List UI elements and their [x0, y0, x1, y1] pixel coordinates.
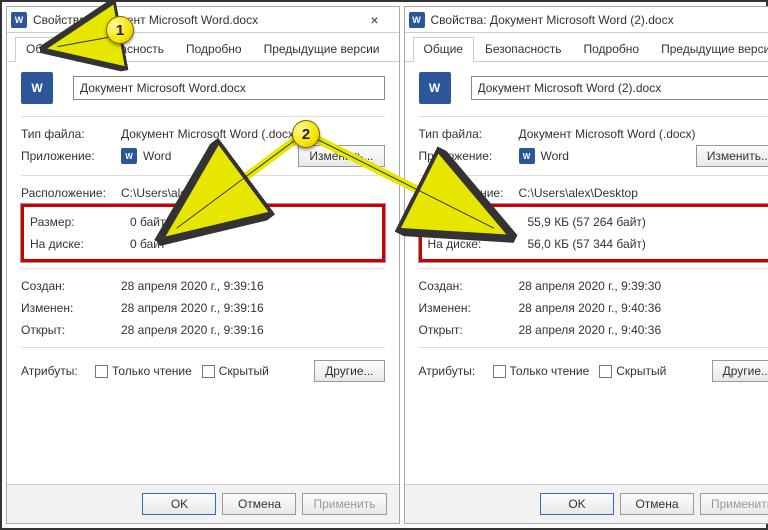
created-label: Создан:: [21, 279, 121, 293]
tab-general[interactable]: Общие: [413, 37, 474, 62]
size-label: Размер:: [30, 215, 130, 229]
tab-details[interactable]: Подробно: [573, 37, 651, 62]
word-icon: W: [519, 148, 535, 164]
separator: [419, 116, 768, 117]
titlebar: W Свойства: Документ Microsoft Word (2).…: [405, 7, 768, 33]
properties-window-right: W Свойства: Документ Microsoft Word (2).…: [404, 6, 768, 524]
separator: [21, 268, 385, 269]
on-disk-value: 0 байт: [130, 237, 376, 251]
separator: [419, 347, 768, 348]
size-highlight: Размер: 0 байт На диске: 0 байт: [21, 204, 385, 262]
app-label: Приложение:: [21, 149, 121, 163]
cancel-button[interactable]: Отмена: [620, 493, 694, 515]
apply-button[interactable]: Применить: [700, 493, 768, 515]
modified-value: 28 апреля 2020 г., 9:40:36: [519, 301, 768, 315]
readonly-label: Только чтение: [510, 364, 590, 378]
modified-value: 28 апреля 2020 г., 9:39:16: [121, 301, 385, 315]
attributes-label: Атрибуты:: [419, 364, 483, 378]
location-label: Расположение:: [419, 186, 519, 200]
modified-label: Изменен:: [21, 301, 121, 315]
tabs: Общие Безопасность Подробно Предыдущие в…: [405, 33, 768, 62]
close-icon[interactable]: ×: [752, 7, 768, 33]
tab-general[interactable]: Общие: [15, 37, 76, 62]
word-icon: W: [11, 12, 27, 28]
word-icon: W: [409, 12, 425, 28]
created-label: Создан:: [419, 279, 519, 293]
size-value: 0 байт: [130, 215, 376, 229]
tab-previous-versions[interactable]: Предыдущие версии: [650, 37, 768, 62]
opened-value: 28 апреля 2020 г., 9:40:36: [519, 323, 768, 337]
hidden-label: Скрытый: [616, 364, 666, 378]
tab-details[interactable]: Подробно: [175, 37, 253, 62]
readonly-checkbox[interactable]: Только чтение: [95, 364, 192, 378]
window-title: Свойства: Документ Microsoft Word.docx: [33, 13, 355, 27]
ok-button[interactable]: OK: [540, 493, 614, 515]
readonly-label: Только чтение: [112, 364, 192, 378]
opened-label: Открыт:: [21, 323, 121, 337]
tab-content: W Тип файла: Документ Microsoft Word (.d…: [405, 62, 768, 484]
modified-label: Изменен:: [419, 301, 519, 315]
type-value: Документ Microsoft Word (.docx): [519, 127, 768, 141]
hidden-checkbox[interactable]: Скрытый: [202, 364, 269, 378]
location-value: C:\Users\alex\Desktop: [519, 186, 768, 200]
on-disk-value: 56,0 КБ (57 344 байт): [528, 237, 768, 251]
app-value: Word: [143, 149, 171, 163]
created-value: 28 апреля 2020 г., 9:39:30: [519, 279, 768, 293]
file-type-icon: W: [21, 72, 53, 104]
opened-value: 28 апреля 2020 г., 9:39:16: [121, 323, 385, 337]
on-disk-label: На диске:: [428, 237, 528, 251]
dialog-footer: OK Отмена Применить: [7, 484, 399, 523]
separator: [419, 175, 768, 176]
separator: [419, 268, 768, 269]
close-icon[interactable]: ×: [355, 7, 395, 33]
location-label: Расположение:: [21, 186, 121, 200]
other-button[interactable]: Другие...: [712, 360, 768, 382]
size-value: 55,9 КБ (57 264 байт): [528, 215, 768, 229]
tab-security[interactable]: Безопасность: [76, 37, 175, 62]
properties-window-left: W Свойства: Документ Microsoft Word.docx…: [6, 6, 400, 524]
size-highlight: Размер: 55,9 КБ (57 264 байт) На диске: …: [419, 204, 768, 262]
type-value: Документ Microsoft Word (.docx): [121, 127, 385, 141]
opened-label: Открыт:: [419, 323, 519, 337]
file-type-icon: W: [419, 72, 451, 104]
change-button[interactable]: Изменить...: [298, 145, 384, 167]
size-label: Размер:: [428, 215, 528, 229]
attributes-label: Атрибуты:: [21, 364, 85, 378]
cancel-button[interactable]: Отмена: [222, 493, 296, 515]
word-icon: W: [121, 148, 137, 164]
file-name-input[interactable]: [471, 76, 768, 100]
on-disk-label: На диске:: [30, 237, 130, 251]
type-label: Тип файла:: [21, 127, 121, 141]
window-title: Свойства: Документ Microsoft Word (2).do…: [431, 13, 753, 27]
tabs: Общие Безопасность Подробно Предыдущие в…: [7, 33, 399, 62]
tab-previous-versions[interactable]: Предыдущие версии: [253, 37, 391, 62]
readonly-checkbox[interactable]: Только чтение: [493, 364, 590, 378]
separator: [21, 116, 385, 117]
tab-security[interactable]: Безопасность: [474, 37, 573, 62]
dialog-footer: OK Отмена Применить: [405, 484, 768, 523]
separator: [21, 347, 385, 348]
hidden-checkbox[interactable]: Скрытый: [599, 364, 666, 378]
created-value: 28 апреля 2020 г., 9:39:16: [121, 279, 385, 293]
file-name-input[interactable]: [73, 76, 385, 100]
apply-button[interactable]: Применить: [302, 493, 386, 515]
type-label: Тип файла:: [419, 127, 519, 141]
ok-button[interactable]: OK: [142, 493, 216, 515]
app-value: Word: [541, 149, 569, 163]
app-label: Приложение:: [419, 149, 519, 163]
change-button[interactable]: Изменить...: [696, 145, 768, 167]
hidden-label: Скрытый: [219, 364, 269, 378]
separator: [21, 175, 385, 176]
titlebar: W Свойства: Документ Microsoft Word.docx…: [7, 7, 399, 33]
other-button[interactable]: Другие...: [314, 360, 384, 382]
tab-content: W Тип файла: Документ Microsoft Word (.d…: [7, 62, 399, 484]
location-value: C:\Users\alex\Desktop: [121, 186, 385, 200]
